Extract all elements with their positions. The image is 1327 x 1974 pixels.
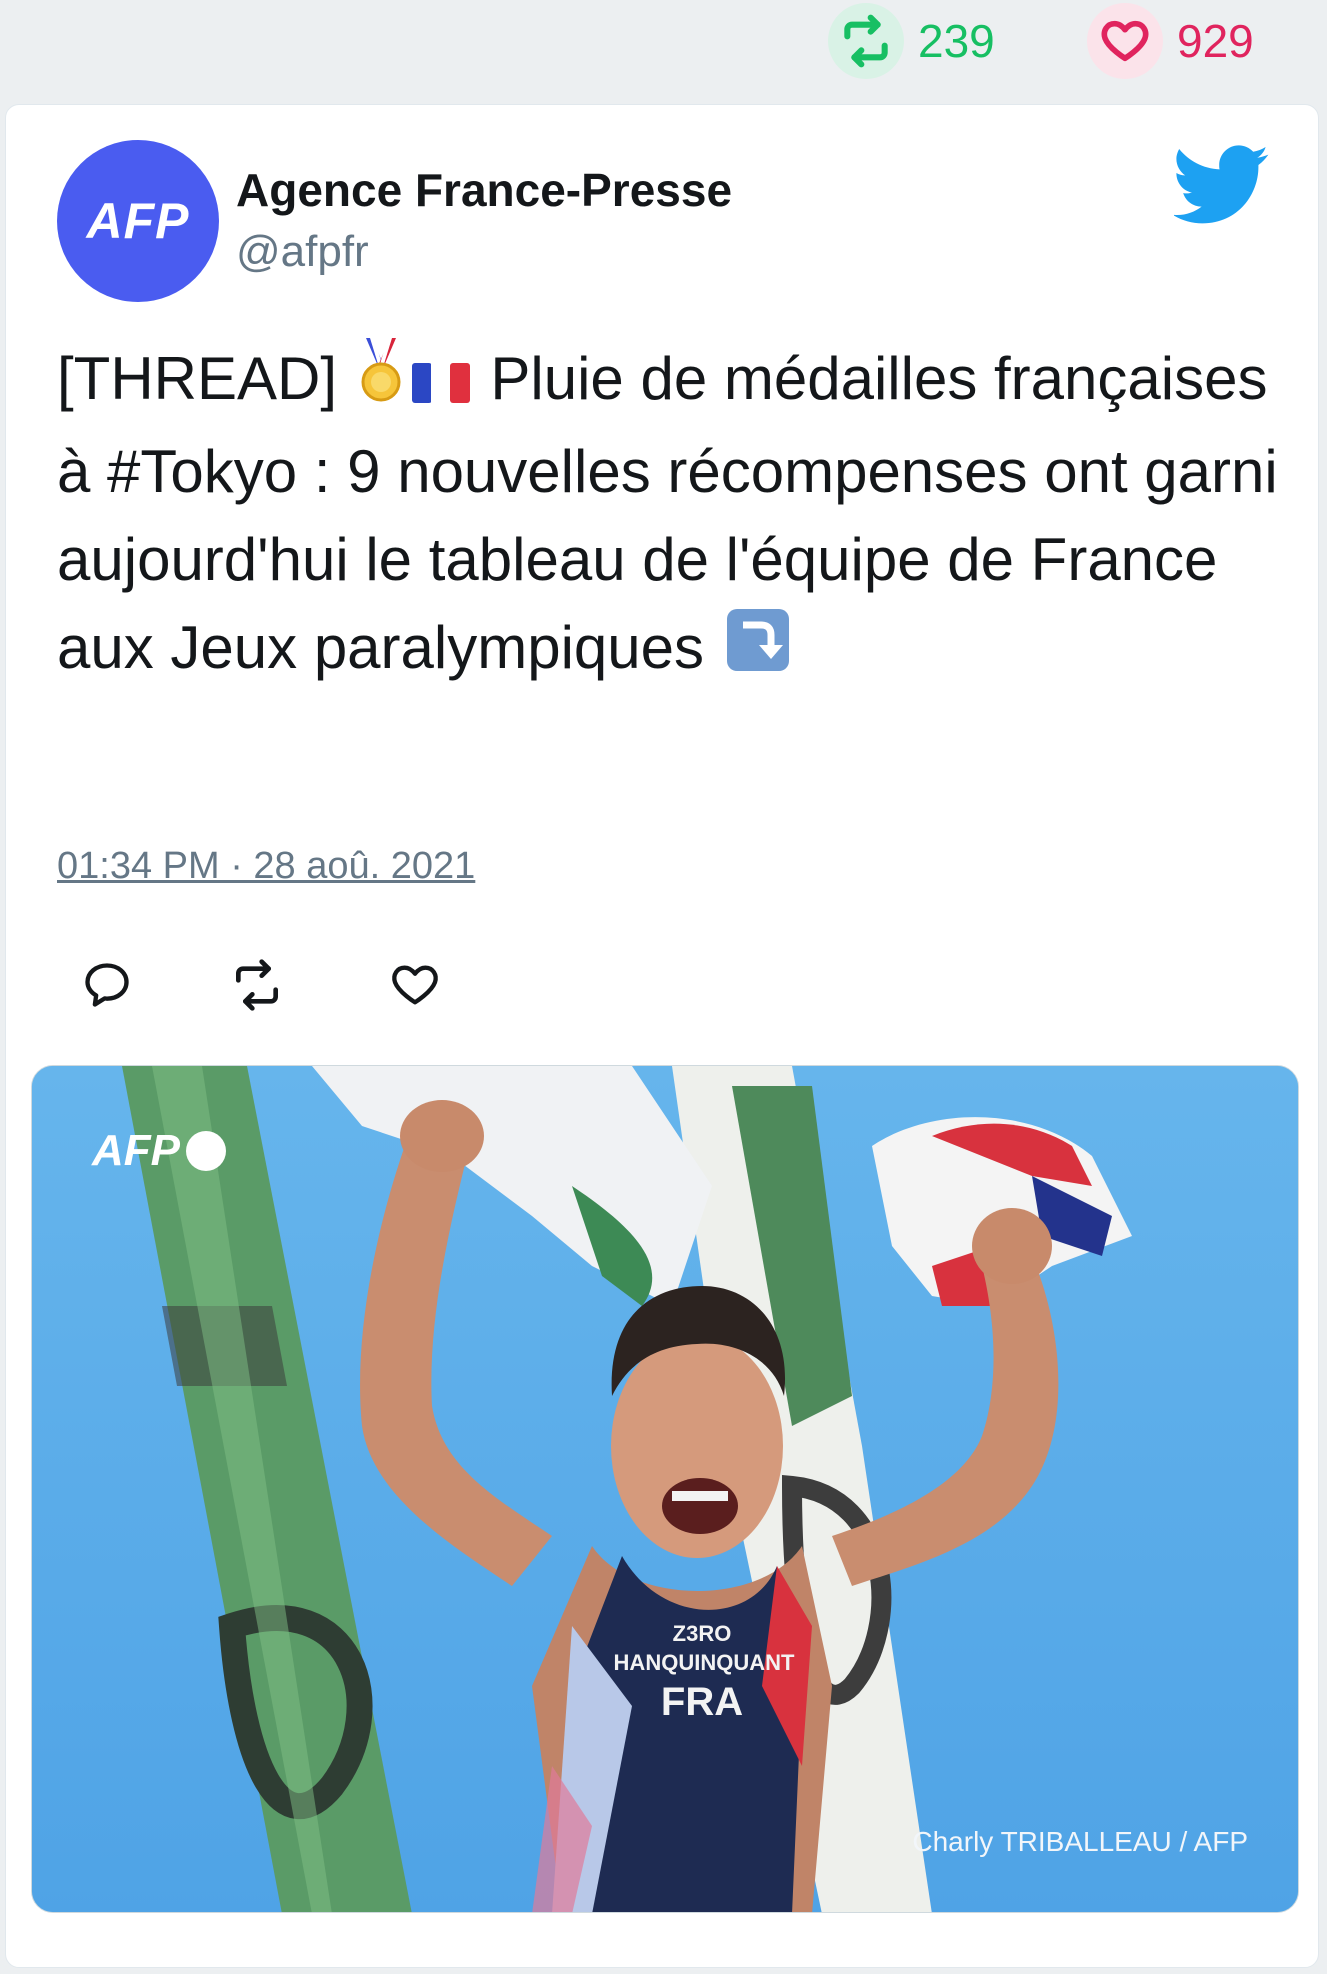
avatar[interactable]: AFP (57, 140, 219, 302)
afp-watermark-dot (186, 1131, 226, 1171)
afp-watermark: AFP (92, 1126, 226, 1176)
author-handle[interactable]: @afpfr (236, 227, 369, 277)
tweet-timestamp[interactable]: 01:34 PM · 28 aoû. 2021 (57, 845, 475, 888)
tweet-text: [THREAD] Pluie de médailles françaises à… (57, 335, 1287, 697)
heart-icon (1087, 3, 1163, 79)
retweet-button[interactable] (217, 945, 297, 1025)
retweet-stat[interactable]: 239 (828, 3, 995, 79)
bib-sponsor: Z3RO (672, 1621, 732, 1646)
flag-france-icon (411, 339, 470, 427)
photo-credit: Charly TRIBALLEAU / AFP (912, 1826, 1248, 1857)
heart-icon (392, 965, 438, 1005)
tweet-stats-bar: 239 929 (0, 0, 1327, 100)
reply-button[interactable] (67, 945, 147, 1025)
retweet-count: 239 (918, 15, 995, 67)
like-stat[interactable]: 929 (1087, 3, 1254, 79)
bib-country: FRA (660, 1680, 744, 1724)
afp-watermark-text: AFP (92, 1126, 180, 1175)
avatar-text: AFP (86, 193, 190, 249)
medal-icon (358, 338, 404, 428)
athlete-photo (32, 1066, 1298, 1912)
author-name[interactable]: Agence France-Presse (236, 163, 732, 217)
retweet-icon (828, 3, 904, 79)
tweet-text-thread: [THREAD] (57, 345, 338, 412)
retweet-icon (236, 959, 278, 1011)
bib-name: HANQUINQUANT (613, 1650, 795, 1675)
like-count: 929 (1177, 15, 1254, 67)
tweet-media-photo[interactable]: AFP Z3RO HANQUINQUANT FRA Charly TRIBALL… (31, 1065, 1299, 1913)
tweet-card: AFP Agence France-Presse @afpfr [THREAD]… (5, 104, 1319, 1968)
twitter-bird-icon[interactable] (1174, 145, 1270, 225)
reply-icon (85, 963, 129, 1007)
arrow-down-right-icon (725, 607, 791, 697)
like-button[interactable] (375, 945, 455, 1025)
